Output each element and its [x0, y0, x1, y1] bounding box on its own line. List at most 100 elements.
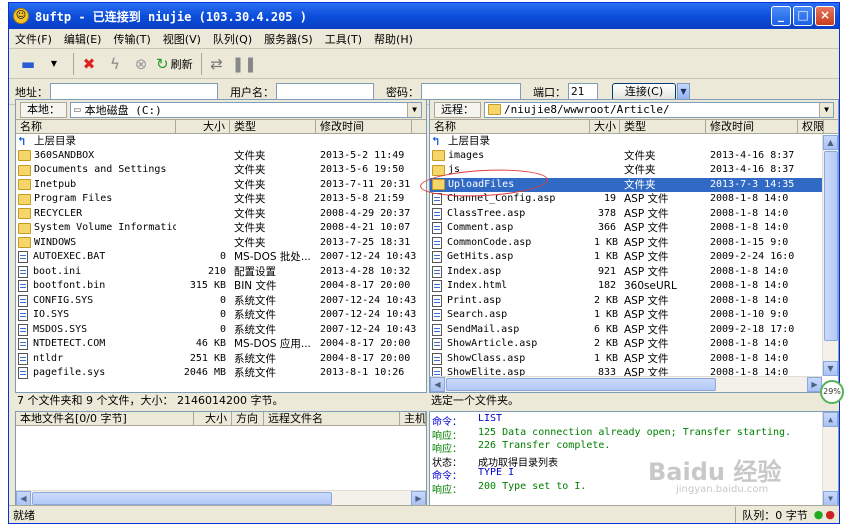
file-row[interactable]: pagefile.sys 2046 MB 系统文件 2013-8-1 10:26 [16, 366, 426, 381]
col-direction[interactable]: 方向 [232, 412, 264, 425]
pause-icon[interactable]: ❚❚ [232, 52, 257, 76]
col-modified[interactable]: 修改时间 [316, 120, 412, 133]
file-row[interactable]: Search.asp 1 KB ASP 文件 2008-1-10 9:0 [430, 308, 822, 323]
file-row[interactable]: 360SANDBOX 文件夹 2013-5-2 11:49 [16, 149, 426, 164]
col-remote-file[interactable]: 远程文件名 [264, 412, 400, 425]
scroll-down-icon[interactable]: ▼ [823, 491, 838, 506]
chevron-down-icon[interactable]: ▼ [819, 102, 833, 117]
col-type[interactable]: 类型 [230, 120, 316, 133]
file-size: 0 [219, 323, 226, 335]
file-type: ASP 文件 [624, 222, 669, 235]
file-row[interactable]: ShowArticle.asp 2 KB ASP 文件 2008-1-8 14:0 [430, 337, 822, 352]
col-size[interactable]: 大小 [590, 120, 620, 133]
close-button[interactable]: × [815, 6, 835, 26]
local-column-header: 名称 大小 类型 修改时间 [16, 120, 426, 134]
scroll-right-icon[interactable]: ▶ [411, 491, 426, 506]
delete-icon[interactable]: ✖ [78, 52, 100, 76]
scroll-down-icon[interactable]: ▼ [823, 361, 838, 376]
scroll-up-icon[interactable]: ▲ [823, 135, 838, 150]
file-row[interactable]: CONFIG.SYS 0 系统文件 2007-12-24 10:43 [16, 294, 426, 309]
minimize-button[interactable]: _ [771, 6, 791, 26]
col-size[interactable]: 大小 [176, 120, 230, 133]
menu-help[interactable]: 帮助(H) [374, 31, 413, 47]
log-vertical-scrollbar[interactable]: ▲ ▼ [822, 412, 838, 506]
col-name[interactable]: 名称 [430, 120, 590, 133]
col-local-file[interactable]: 本地文件名[0/0 字节] [16, 412, 194, 425]
password-input[interactable] [421, 83, 521, 100]
menu-file[interactable]: 文件(F) [15, 31, 52, 47]
menu-transfer[interactable]: 传输(T) [113, 31, 150, 47]
file-row[interactable]: Index.asp 921 ASP 文件 2008-1-8 14:0 [430, 265, 822, 280]
file-type: 文件夹 [234, 236, 266, 249]
file-row[interactable]: ShowClass.asp 1 KB ASP 文件 2008-1-8 14:0 [430, 352, 822, 367]
up-directory-row[interactable]: ↰ 上层目录 [16, 134, 426, 149]
local-path-select[interactable]: ▭ 本地磁盘 (C:) ▼ [70, 101, 422, 118]
connect-dropdown-icon[interactable]: ▼ [677, 82, 690, 101]
remote-path-select[interactable]: /niujie8/wwwroot/Article/ ▼ [484, 101, 834, 118]
file-row[interactable]: ntldr 251 KB 系统文件 2004-8-17 20:00 [16, 352, 426, 367]
file-row[interactable]: boot.ini 210 配置设置 2013-4-28 10:32 [16, 265, 426, 280]
host-input[interactable] [50, 83, 218, 100]
remote-horizontal-scrollbar[interactable]: ◀ ▶ [430, 376, 822, 392]
file-row[interactable]: bootfont.bin 315 KB BIN 文件 2004-8-17 20:00 [16, 279, 426, 294]
file-modified: 2004-8-17 20:00 [320, 280, 411, 292]
lightning-icon[interactable]: ϟ [104, 52, 126, 76]
col-permissions[interactable]: 权限 [798, 120, 824, 133]
file-row[interactable]: images 文件夹 2013-4-16 8:37 [430, 149, 822, 164]
scroll-thumb[interactable] [824, 151, 838, 341]
menu-queue[interactable]: 队列(Q) [213, 31, 252, 47]
menu-view[interactable]: 视图(V) [163, 31, 201, 47]
col-name[interactable]: 名称 [16, 120, 176, 133]
file-row[interactable]: CommonCode.asp 1 KB ASP 文件 2008-1-15 9:0 [430, 236, 822, 251]
file-row[interactable]: IO.SYS 0 系统文件 2007-12-24 10:43 [16, 308, 426, 323]
up-label: 上层目录 [34, 135, 76, 148]
scroll-up-icon[interactable]: ▲ [823, 412, 838, 427]
chevron-down-icon[interactable]: ▼ [407, 102, 421, 117]
file-row[interactable]: Index.html 182 360seURL 2008-1-8 14:0 [430, 279, 822, 294]
file-row[interactable]: MSDOS.SYS 0 系统文件 2007-12-24 10:43 [16, 323, 426, 338]
refresh-button[interactable]: ↻ 刷新 [156, 52, 193, 76]
dropdown-arrow-icon[interactable]: ▼ [43, 52, 65, 76]
col-modified[interactable]: 修改时间 [706, 120, 798, 133]
remote-vertical-scrollbar[interactable]: ▲ ▼ [822, 135, 838, 376]
file-row[interactable]: WINDOWS 文件夹 2013-7-25 18:31 [16, 236, 426, 251]
file-modified: 2013-7-11 20:31 [320, 178, 411, 190]
queue-pane: 本地文件名[0/0 字节] 大小 方向 远程文件名 主机 ◀ ▶ [15, 411, 427, 507]
col-type[interactable]: 类型 [620, 120, 706, 133]
scroll-left-icon[interactable]: ◀ [430, 377, 445, 392]
site-manager-icon[interactable]: ▬ [17, 52, 39, 76]
file-type: ASP 文件 [624, 352, 669, 365]
file-row[interactable]: Print.asp 2 KB ASP 文件 2008-1-8 14:0 [430, 294, 822, 309]
file-row[interactable]: RECYCLER 文件夹 2008-4-29 20:37 [16, 207, 426, 222]
queue-horizontal-scrollbar[interactable]: ◀ ▶ [16, 490, 426, 506]
up-directory-row[interactable]: ↰ 上层目录 [430, 134, 822, 149]
port-input[interactable] [568, 83, 598, 100]
username-input[interactable] [276, 83, 374, 100]
file-row[interactable]: ShowElite.asp 833 ASP 文件 2008-1-8 14:0 [430, 366, 822, 376]
file-name: IO.SYS [33, 309, 70, 321]
file-row[interactable]: NTDETECT.COM 46 KB MS-DOS 应用... 2004-8-17 2… [16, 337, 426, 352]
stop-icon[interactable]: ⊗ [130, 52, 152, 76]
col-size[interactable]: 大小 [194, 412, 232, 425]
menu-server[interactable]: 服务器(S) [264, 31, 313, 47]
scroll-thumb[interactable] [446, 378, 716, 391]
col-host[interactable]: 主机 [400, 412, 426, 425]
file-row[interactable]: Inetpub 文件夹 2013-7-11 20:31 [16, 178, 426, 193]
file-row[interactable]: SendMail.asp 6 KB ASP 文件 2009-2-18 17:0 [430, 323, 822, 338]
connect-button[interactable]: 连接(C) [612, 82, 676, 101]
log-key: 状态： [432, 457, 462, 469]
file-row[interactable]: AUTOEXEC.BAT 0 MS-DOS 批处... 2007-12-24 10:4… [16, 250, 426, 265]
menu-edit[interactable]: 编辑(E) [64, 31, 102, 47]
scroll-thumb[interactable] [32, 492, 332, 505]
file-row[interactable]: System Volume Information 文件夹 2008-4-21 10… [16, 221, 426, 236]
menu-tools[interactable]: 工具(T) [325, 31, 362, 47]
file-row[interactable]: Program Files 文件夹 2013-5-8 21:59 [16, 192, 426, 207]
scroll-left-icon[interactable]: ◀ [16, 491, 31, 506]
file-row[interactable]: ClassTree.asp 378 ASP 文件 2008-1-8 14:0 [430, 207, 822, 222]
maximize-button[interactable]: □ [793, 6, 813, 26]
transfer-icon[interactable]: ⇄ [206, 52, 228, 76]
title-bar[interactable]: ☺ 8uftp - 已连接到 niujie (103.30.4.205 ) _ … [9, 3, 839, 29]
file-row[interactable]: Documents and Settings 文件夹 2013-5-6 19:50 [16, 163, 426, 178]
file-row[interactable]: Comment.asp 366 ASP 文件 2008-1-8 14:0 [430, 221, 822, 236]
file-row[interactable]: GetHits.asp 1 KB ASP 文件 2009-2-24 16:0 [430, 250, 822, 265]
